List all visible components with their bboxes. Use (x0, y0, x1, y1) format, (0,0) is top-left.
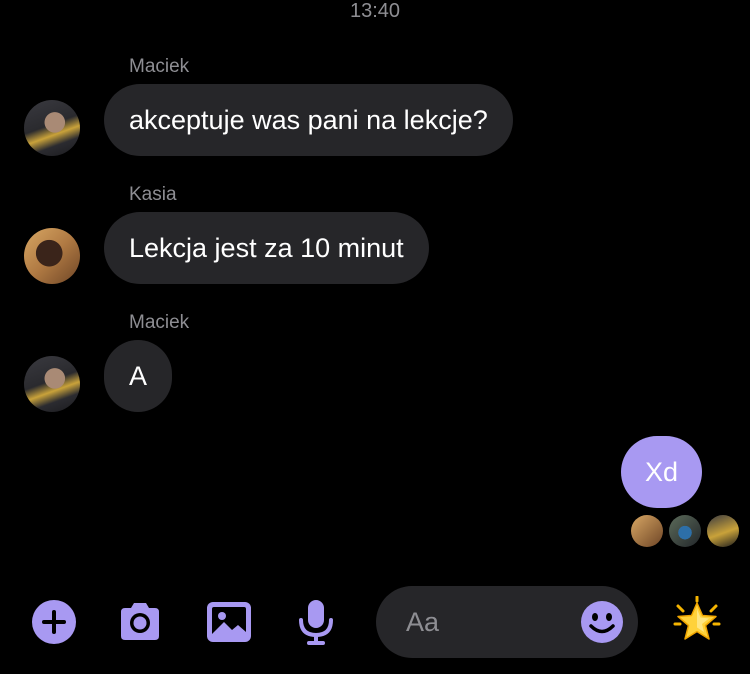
message-bubble[interactable]: A (104, 340, 173, 412)
message-composer[interactable] (376, 586, 638, 658)
plus-icon[interactable] (30, 598, 78, 646)
sender-name: Maciek (129, 56, 190, 77)
message-input[interactable] (406, 604, 586, 640)
image-icon[interactable] (205, 598, 253, 646)
message-bubble[interactable]: akceptuje was pani na lekcje? (104, 84, 513, 156)
status-time: 13:40 (349, 0, 401, 22)
read-receipt-avatar (631, 515, 663, 547)
outgoing-message-bubble[interactable]: Xd (620, 436, 702, 508)
avatar[interactable] (24, 228, 80, 284)
microphone-icon[interactable] (292, 598, 340, 646)
sender-name: Maciek (129, 312, 190, 333)
avatar[interactable] (24, 100, 80, 156)
glowing-star-icon[interactable] (672, 596, 722, 650)
message-bubble[interactable]: Lekcja jest za 10 minut (104, 212, 429, 284)
camera-icon[interactable] (116, 598, 164, 646)
read-receipts (631, 515, 739, 547)
read-receipt-avatar (669, 515, 701, 547)
avatar[interactable] (24, 356, 80, 412)
smiley-icon[interactable] (580, 600, 624, 644)
sender-name: Kasia (129, 184, 177, 205)
read-receipt-avatar (707, 515, 739, 547)
